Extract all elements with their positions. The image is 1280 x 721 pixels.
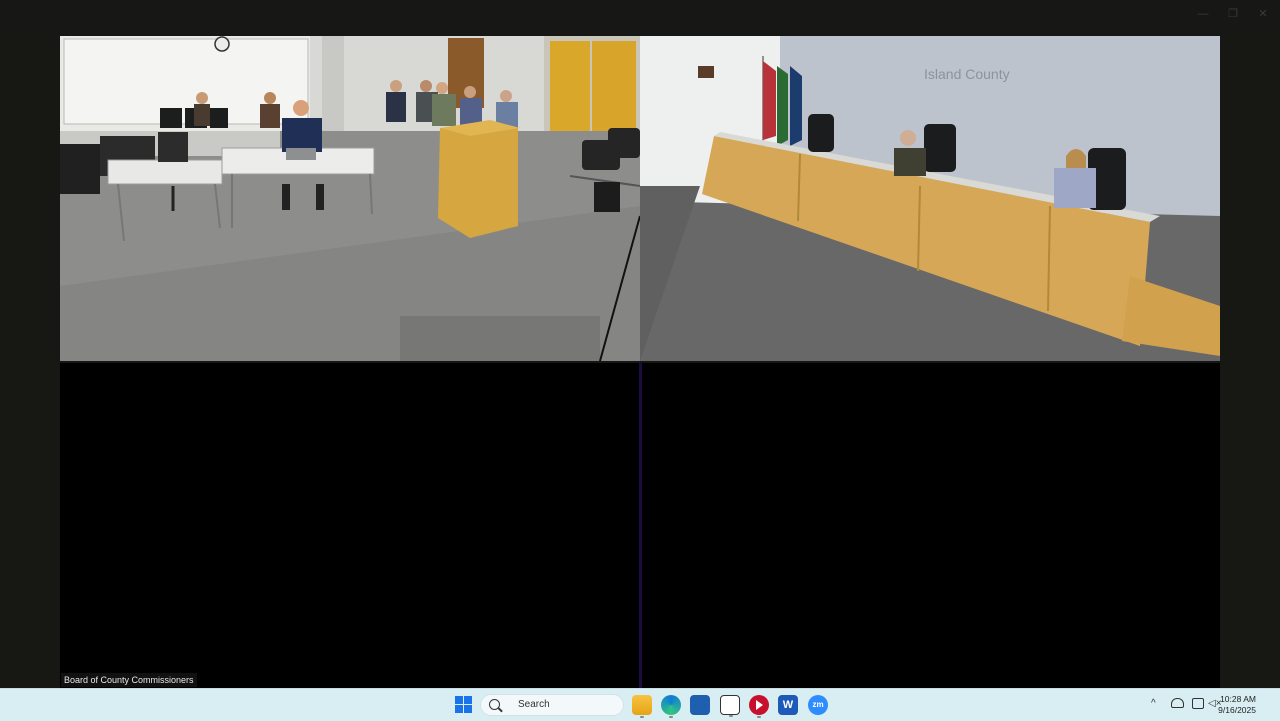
video-tile-empty-2: [642, 363, 1220, 688]
cloud-icon[interactable]: [1171, 698, 1184, 708]
taskbar-search-box[interactable]: Search: [480, 694, 624, 716]
minimize-icon[interactable]: —: [1192, 6, 1214, 22]
clock-date: 9/16/2025: [1218, 705, 1256, 715]
video-tile-empty-1: [60, 363, 639, 688]
search-icon: [489, 699, 500, 710]
participant-name-label: Board of County Commissioners: [61, 673, 197, 687]
close-icon[interactable]: ✕: [1252, 6, 1274, 22]
right-gutter: [1220, 34, 1280, 688]
system-clock[interactable]: 10:28 AM 9/16/2025: [1218, 694, 1256, 716]
vlc-media-icon[interactable]: [720, 695, 740, 717]
left-gutter: [0, 34, 60, 688]
window-titlebar: — ❐ ✕: [0, 0, 1280, 34]
video-tile-room[interactable]: [60, 36, 640, 361]
tile-divider: [639, 363, 642, 688]
start-button[interactable]: [454, 695, 474, 715]
network-icon[interactable]: [1192, 698, 1204, 709]
windows-taskbar: Search W zm ^ ◁× 10:28 AM 9/16/2025: [0, 688, 1280, 721]
video-tile-dais[interactable]: Island County: [640, 36, 1220, 361]
search-label: Search: [518, 699, 550, 710]
store-icon[interactable]: [690, 695, 710, 715]
room-sign-text: Island County: [924, 66, 1010, 82]
zoom-icon[interactable]: zm: [808, 695, 828, 715]
tray-chevron-icon[interactable]: ^: [1151, 698, 1156, 709]
clock-time: 10:28 AM: [1220, 694, 1256, 704]
dais-video-feed: [640, 36, 1220, 361]
stop-record-icon[interactable]: [749, 695, 769, 718]
room-video-feed: [60, 36, 640, 361]
file-explorer-icon[interactable]: [632, 695, 652, 718]
word-icon[interactable]: W: [778, 695, 798, 715]
restore-icon[interactable]: ❐: [1222, 6, 1244, 22]
edge-browser-icon[interactable]: [661, 695, 681, 718]
